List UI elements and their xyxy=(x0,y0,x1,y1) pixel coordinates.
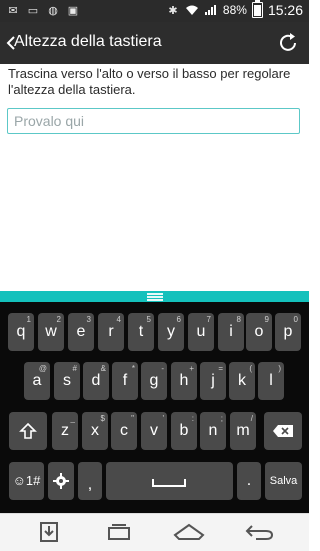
comma-key[interactable]: , xyxy=(78,462,102,500)
space-icon xyxy=(152,479,186,487)
key-m[interactable]: / m xyxy=(230,412,256,450)
gear-icon xyxy=(53,473,69,489)
instruction-text: Trascina verso l'alto o verso il basso p… xyxy=(8,66,291,97)
keyboard-resize-handle[interactable] xyxy=(0,291,309,302)
app-bar: Altezza della tastiera xyxy=(0,22,309,64)
keyboard: 1q 2w 3e 4r 5t 6y 7u 8i 9o 0p @ a # s & d *… xyxy=(0,302,309,513)
key-r[interactable]: 4r xyxy=(98,313,124,351)
signal-icon xyxy=(204,3,218,17)
home-icon[interactable] xyxy=(172,519,206,545)
clock: 15:26 xyxy=(267,2,303,18)
drag-handle-icon xyxy=(146,292,163,301)
key-q[interactable]: 1q xyxy=(8,313,34,351)
key-b[interactable]: :b xyxy=(171,412,197,450)
key-j[interactable]: = j xyxy=(200,362,226,400)
recent-apps-icon[interactable] xyxy=(102,519,136,545)
enter-key[interactable]: Salva xyxy=(265,462,302,500)
key-c[interactable]: " c xyxy=(111,412,137,450)
battery-icon xyxy=(251,0,263,18)
game-controller-icon: ◍ xyxy=(48,4,58,17)
battery-percent: 88% xyxy=(222,3,247,17)
refresh-icon[interactable] xyxy=(275,30,301,56)
page-title: Altezza della tastiera xyxy=(14,33,162,50)
shift-icon xyxy=(19,422,37,439)
key-h[interactable]: + h xyxy=(171,362,197,400)
back-icon[interactable] xyxy=(242,519,276,545)
card-icon: ▭ xyxy=(27,4,39,17)
space-key[interactable] xyxy=(106,462,233,500)
key-a[interactable]: @ a xyxy=(24,362,50,400)
image-icon: ▣ xyxy=(67,4,79,17)
key-s[interactable]: # s xyxy=(54,362,80,400)
key-u[interactable]: 7u xyxy=(188,313,214,351)
download-icon[interactable] xyxy=(32,519,66,545)
key-z[interactable]: _ z xyxy=(52,412,78,450)
key-k[interactable]: (k xyxy=(229,362,255,400)
key-v[interactable]: ' v xyxy=(141,412,167,450)
status-right: ✱ 88% 15:26 xyxy=(166,0,303,18)
key-o[interactable]: 9o xyxy=(246,313,272,351)
key-i[interactable]: 8i xyxy=(218,313,244,351)
settings-key[interactable] xyxy=(48,462,74,500)
delete-key[interactable] xyxy=(264,412,302,450)
symbols-key[interactable]: ☺1# xyxy=(9,462,44,500)
message-icon: ✉ xyxy=(8,4,18,17)
period-key[interactable]: . xyxy=(237,462,261,500)
backspace-icon xyxy=(273,425,293,437)
shift-key[interactable] xyxy=(9,412,47,450)
test-input[interactable]: Provalo qui xyxy=(7,108,300,134)
status-bar: ✉ ▭ ◍ ▣ ✱ 88% 15:26 xyxy=(0,0,309,22)
key-n[interactable]: ; n xyxy=(200,412,226,450)
bluetooth-icon: ✱ xyxy=(168,4,178,17)
key-e[interactable]: 3e xyxy=(68,313,94,351)
key-x[interactable]: $ x xyxy=(82,412,108,450)
navigation-bar xyxy=(0,513,309,551)
key-l[interactable]: ) l xyxy=(258,362,284,400)
key-w[interactable]: 2w xyxy=(38,313,64,351)
key-d[interactable]: & d xyxy=(83,362,109,400)
key-p[interactable]: 0p xyxy=(275,313,301,351)
status-notifications: ✉ ▭ ◍ ▣ xyxy=(6,3,80,17)
key-g[interactable]: -g xyxy=(141,362,167,400)
key-y[interactable]: 6y xyxy=(158,313,184,351)
wifi-icon xyxy=(185,3,199,17)
key-t[interactable]: 5t xyxy=(128,313,154,351)
key-f[interactable]: * f xyxy=(112,362,138,400)
